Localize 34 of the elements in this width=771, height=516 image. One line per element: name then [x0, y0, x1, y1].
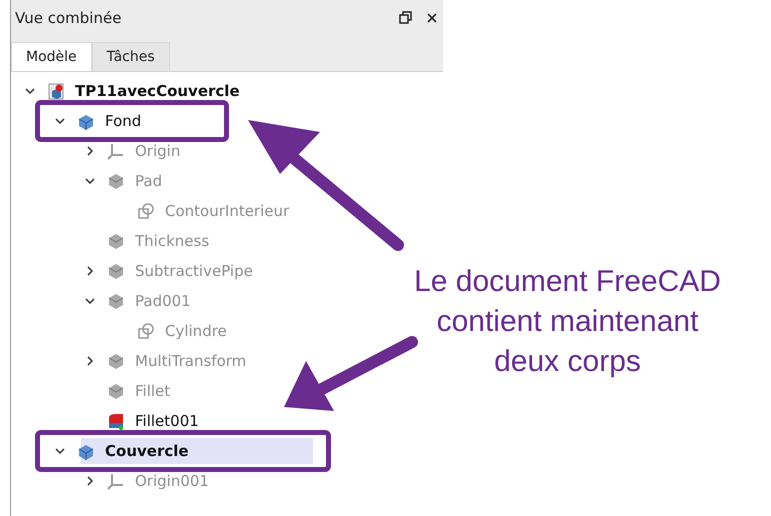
- callout-text: Le document FreeCAD contient maintenant deux corps: [413, 264, 722, 380]
- tree-item[interactable]: Fillet: [131, 379, 174, 403]
- feature-icon: [107, 352, 125, 370]
- body-icon: [77, 112, 95, 130]
- axes-icon: [107, 142, 125, 160]
- tree-item[interactable]: Pad: [131, 169, 166, 193]
- tree-item[interactable]: Origin: [131, 139, 184, 163]
- tree-item[interactable]: Cylindre: [161, 319, 231, 343]
- feature-icon: [107, 382, 125, 400]
- feature-icon: [107, 232, 125, 250]
- body-icon: [77, 442, 95, 460]
- sketch-icon: [137, 322, 155, 340]
- tree-item[interactable]: Pad001: [131, 289, 195, 313]
- close-icon[interactable]: [425, 11, 439, 25]
- tree-item[interactable]: Fond: [101, 109, 146, 133]
- tree-item[interactable]: TP11avecCouvercle: [71, 79, 244, 103]
- tab[interactable]: Tâches: [92, 42, 170, 71]
- tree-item[interactable]: Thickness: [131, 229, 214, 253]
- restore-icon[interactable]: [399, 11, 413, 25]
- axes-icon: [107, 472, 125, 490]
- tree-item[interactable]: SubtractivePipe: [131, 259, 257, 283]
- tree-item[interactable]: ContourInterieur: [161, 199, 294, 223]
- tree-item[interactable]: MultiTransform: [131, 349, 250, 373]
- feature-icon: [107, 172, 125, 190]
- feature-icon: [107, 292, 125, 310]
- document-icon: [47, 82, 65, 100]
- feature-icon: [107, 262, 125, 280]
- tree-item[interactable]: Fillet001: [131, 409, 203, 433]
- tree-item[interactable]: Couvercle: [101, 439, 193, 463]
- tree-item[interactable]: Origin001: [131, 469, 213, 493]
- fillet-icon: [107, 412, 125, 430]
- panel-title: Vue combinée: [15, 9, 122, 27]
- sketch-icon: [137, 202, 155, 220]
- tab[interactable]: Modèle: [11, 42, 92, 71]
